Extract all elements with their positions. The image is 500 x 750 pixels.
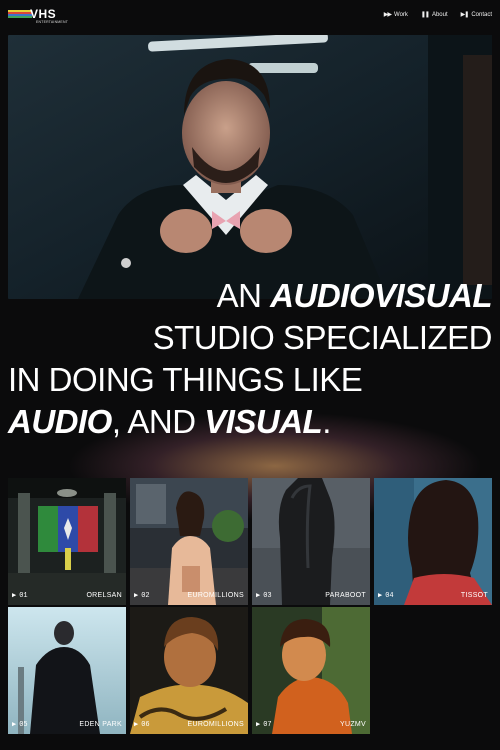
play-icon: ▶ (134, 721, 139, 729)
project-number: 02 (141, 592, 150, 600)
site-header: VHS ENTERTAINMENT ▶▶ Work ❚❚ About ▶❚ Co… (0, 0, 500, 32)
project-tile-eden-park[interactable]: ▶ 05 EDEN PARK (8, 607, 126, 734)
play-icon: ▶ (134, 592, 139, 600)
fast-forward-icon: ▶▶ (383, 12, 392, 18)
project-number: 01 (19, 592, 28, 600)
headline-line-1: AN AUDIOVISUAL (216, 277, 493, 314)
play-icon: ▶ (256, 592, 261, 600)
project-client: EDEN PARK (79, 721, 122, 728)
tile-caption: ▶ 04 TISSOT (374, 587, 492, 605)
project-number: 07 (263, 721, 272, 729)
hero-image (8, 35, 492, 299)
play-icon: ▶ (12, 721, 17, 729)
play-icon: ▶ (378, 592, 383, 600)
project-number: 03 (263, 592, 272, 600)
project-client: YUZMV (340, 721, 366, 728)
project-tile-yuzmv[interactable]: ▶ 07 YUZMV (252, 607, 370, 734)
main-nav: ▶▶ Work ❚❚ About ▶❚ Contact (384, 11, 492, 19)
hero-video[interactable] (8, 35, 492, 299)
project-thumbnail (8, 607, 126, 734)
tile-caption: ▶ 05 EDEN PARK (8, 716, 126, 734)
logo-tagline: ENTERTAINMENT (36, 20, 69, 24)
project-client: PARABOOT (325, 592, 366, 599)
project-thumbnail (252, 478, 370, 605)
project-number: 05 (19, 721, 28, 729)
project-number: 04 (385, 592, 394, 600)
pause-icon: ❚❚ (420, 12, 430, 18)
project-thumbnail (374, 478, 492, 605)
project-tile-orelsan[interactable]: ▶ 01 ORELSAN (8, 478, 126, 605)
project-client: EUROMILLIONS (187, 721, 244, 728)
project-thumbnail (8, 478, 126, 605)
headline-line-4: AUDIO, AND VISUAL. (8, 403, 331, 440)
project-tile-tissot[interactable]: ▶ 04 TISSOT (374, 478, 492, 605)
hero-headline: AN AUDIOVISUAL STUDIO SPECIALIZED IN DOI… (8, 276, 493, 446)
project-tile-euromillions-2[interactable]: ▶ 06 EUROMILLIONS (130, 607, 248, 734)
tile-caption: ▶ 07 YUZMV (252, 716, 370, 734)
project-thumbnail (130, 607, 248, 734)
skip-icon: ▶❚ (460, 12, 470, 18)
nav-work-label: Work (394, 12, 408, 18)
logo-stripes (8, 10, 32, 20)
project-number: 06 (141, 721, 150, 729)
tile-caption: ▶ 06 EUROMILLIONS (130, 716, 248, 734)
nav-contact-label: Contact (471, 12, 492, 18)
project-client: ORELSAN (86, 592, 122, 599)
headline-line-2: STUDIO SPECIALIZED (152, 319, 493, 356)
headline-line-3: IN DOING THINGS LIKE (8, 361, 363, 398)
tile-caption: ▶ 02 EUROMILLIONS (130, 587, 248, 605)
nav-about[interactable]: ❚❚ About (421, 11, 448, 19)
project-client: TISSOT (460, 592, 488, 599)
tile-caption: ▶ 03 PARABOOT (252, 587, 370, 605)
project-tile-paraboot[interactable]: ▶ 03 PARABOOT (252, 478, 370, 605)
nav-work[interactable]: ▶▶ Work (384, 11, 408, 19)
project-thumbnail (130, 478, 248, 605)
project-client: EUROMILLIONS (187, 592, 244, 599)
nav-about-label: About (431, 12, 448, 18)
play-icon: ▶ (12, 592, 17, 600)
tile-caption: ▶ 01 ORELSAN (8, 587, 126, 605)
vhs-logo[interactable]: VHS ENTERTAINMENT (8, 7, 69, 25)
logo-text: VHS (30, 7, 57, 21)
play-icon: ▶ (256, 721, 261, 729)
project-thumbnail (252, 607, 370, 734)
nav-contact[interactable]: ▶❚ Contact (461, 11, 492, 19)
project-tile-euromillions[interactable]: ▶ 02 EUROMILLIONS (130, 478, 248, 605)
